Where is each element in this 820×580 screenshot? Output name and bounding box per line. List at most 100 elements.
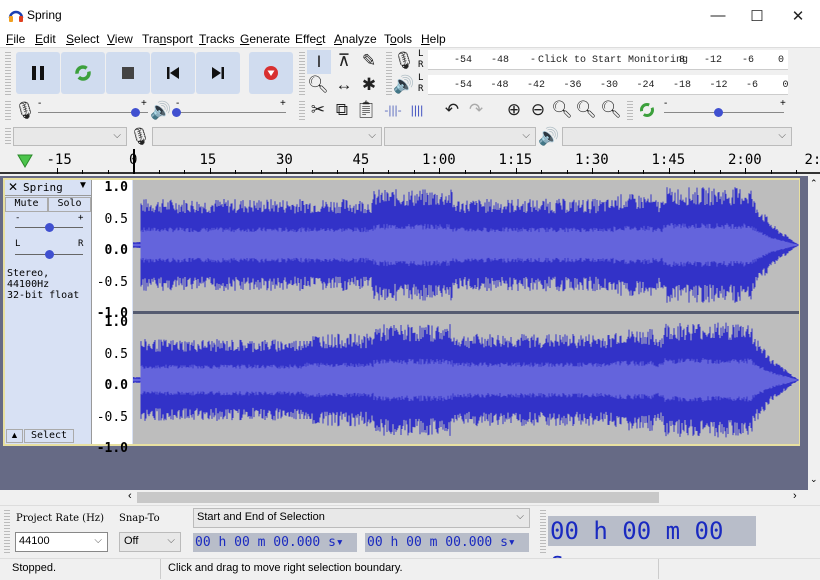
stop-button[interactable] xyxy=(106,52,150,94)
toolbar-grip[interactable] xyxy=(4,510,10,554)
horizontal-scrollbar[interactable]: ‹ › xyxy=(0,490,820,505)
slider-thumb[interactable] xyxy=(45,250,54,259)
fit-selection-icon[interactable]: 🔍︎ xyxy=(551,99,573,121)
menu-tools[interactable]: Tools xyxy=(384,31,412,47)
scroll-up-icon[interactable]: ⌃ xyxy=(810,178,818,189)
toolbar-grip[interactable] xyxy=(5,128,11,146)
toolbar-grip[interactable] xyxy=(540,510,546,554)
record-meter-icon[interactable]: 🎙 xyxy=(393,50,415,72)
scroll-right-icon[interactable]: › xyxy=(793,490,797,502)
time-shift-tool-icon[interactable]: ↔ xyxy=(333,74,355,96)
play-meter[interactable]: -54 -48 -42 -36 -30 -24 -18 -12 -6 0 xyxy=(428,75,789,95)
zoom-tool-icon[interactable]: 🔍︎ xyxy=(307,74,329,96)
toolbar-grip[interactable] xyxy=(299,52,305,96)
solo-button[interactable]: Solo xyxy=(48,197,91,212)
menu-edit[interactable]: Edit xyxy=(35,31,56,47)
meter-channel-l: L xyxy=(418,49,424,59)
meter-tick: -42 xyxy=(527,80,546,91)
redo-icon[interactable]: ↷ xyxy=(465,99,487,121)
silence-audio-icon[interactable]: |||| xyxy=(406,99,428,121)
scroll-left-icon[interactable]: ‹ xyxy=(128,490,132,502)
envelope-tool-icon[interactable]: ⊼ xyxy=(333,50,355,72)
menu-select[interactable]: Select xyxy=(66,31,99,47)
playback-speed-slider[interactable] xyxy=(664,108,784,117)
project-rate-select[interactable]: 44100 ⌵ xyxy=(15,532,108,552)
selection-mode-select[interactable]: Start and End of Selection ⌵ xyxy=(193,508,530,528)
multi-tool-icon[interactable]: ✱ xyxy=(358,74,380,96)
audio-host-select[interactable]: ⌵ xyxy=(13,127,127,146)
start-monitoring-prompt[interactable]: Click to Start Monitoring xyxy=(538,55,688,66)
select-track-button[interactable]: Select xyxy=(24,429,74,443)
track-menu-dropdown-icon[interactable]: ▼ xyxy=(78,180,88,191)
recording-channels-select[interactable]: ⌵ xyxy=(384,127,536,146)
record-volume-slider[interactable] xyxy=(38,108,148,117)
slider-thumb[interactable] xyxy=(130,108,140,117)
scrollbar-thumb[interactable] xyxy=(137,492,659,503)
loop-button[interactable] xyxy=(61,52,105,94)
selection-tool-icon[interactable]: I xyxy=(307,50,331,74)
slider-thumb[interactable] xyxy=(172,108,181,117)
timeline-tick xyxy=(388,170,389,174)
amplitude-ruler: 1.0 0.5 0.0 -0.5 -1.0 1.0 0.5 0.0 -0.5 -1.0 xyxy=(92,180,132,456)
record-meter[interactable]: -54 -48 - Click to Start Monitoring 8 -1… xyxy=(428,50,788,70)
scroll-down-icon[interactable]: ⌄ xyxy=(810,474,818,485)
copy-icon[interactable]: ⧉ xyxy=(331,99,353,121)
selection-start-time[interactable]: 00 h 00 m 00.000 s▾ xyxy=(193,533,357,552)
close-button[interactable]: ✕ xyxy=(779,0,817,31)
zoom-out-icon[interactable]: ⊖ xyxy=(527,99,549,121)
fit-project-icon[interactable]: 🔍︎ xyxy=(575,99,597,121)
paste-icon[interactable]: 📋︎ xyxy=(355,99,377,121)
toolbar-grip[interactable] xyxy=(299,101,305,121)
skip-to-start-button[interactable] xyxy=(151,52,195,94)
toolbar-grip[interactable] xyxy=(386,52,392,96)
snap-to-select[interactable]: Off ⌵ xyxy=(119,532,181,552)
snap-to-label: Snap-To xyxy=(119,513,160,524)
menu-view[interactable]: View xyxy=(107,31,133,47)
timeline-label: 45 xyxy=(352,152,370,168)
menu-transport[interactable]: Transport xyxy=(142,31,193,47)
zoom-toggle-icon[interactable]: 🔍︎ xyxy=(600,99,622,121)
speed-min-label: - xyxy=(664,98,668,109)
recording-device-select[interactable]: ⌵ xyxy=(152,127,382,146)
slider-thumb[interactable] xyxy=(714,108,723,117)
undo-icon[interactable]: ↶ xyxy=(441,99,463,121)
menu-tracks[interactable]: Tracks xyxy=(199,31,235,47)
collapse-track-button[interactable]: ▲ xyxy=(6,429,23,443)
selection-end-time[interactable]: 00 h 00 m 00.000 s▾ xyxy=(365,533,529,552)
menu-analyze[interactable]: Analyze xyxy=(334,31,377,47)
menu-file[interactable]: File xyxy=(6,31,25,47)
pan-slider[interactable] xyxy=(15,250,83,259)
record-button[interactable] xyxy=(249,52,293,94)
timeline-tick xyxy=(133,168,134,174)
cut-icon[interactable]: ✂ xyxy=(307,99,329,121)
minimize-button[interactable]: — xyxy=(699,0,737,31)
track-close-button[interactable]: ✕ xyxy=(8,180,18,194)
slider-thumb[interactable] xyxy=(45,223,54,232)
play-volume-slider[interactable] xyxy=(172,108,286,117)
play-head-triangle-icon[interactable] xyxy=(17,154,33,168)
track-name-menu[interactable]: Spring xyxy=(23,181,63,194)
mute-button[interactable]: Mute xyxy=(5,197,48,212)
menu-help[interactable]: Help xyxy=(421,31,446,47)
trim-audio-icon[interactable]: -|||- xyxy=(382,99,404,121)
waveform-display[interactable] xyxy=(132,180,799,444)
zoom-in-icon[interactable]: ⊕ xyxy=(503,99,525,121)
pause-button[interactable] xyxy=(16,52,60,94)
maximize-icon: ☐ xyxy=(750,7,764,25)
maximize-button[interactable]: ☐ xyxy=(738,0,776,31)
draw-tool-icon[interactable]: ✎ xyxy=(358,50,380,72)
timeline-ruler[interactable]: -15 0 15 30 45 1:00 1:15 1:30 1:45 2:00 2:15 xyxy=(0,149,820,174)
play-meter-icon[interactable]: 🔊 xyxy=(393,74,415,96)
audio-position-time[interactable]: 00 h 00 m 00 s▾ xyxy=(548,516,756,575)
vertical-scrollbar[interactable]: ⌃ ⌄ xyxy=(808,176,820,490)
toolbar-grip[interactable] xyxy=(5,101,11,121)
playback-device-select[interactable]: ⌵ xyxy=(562,127,792,146)
gain-slider[interactable] xyxy=(15,223,83,232)
menu-generate[interactable]: Generate xyxy=(240,31,290,47)
toolbar-grip[interactable] xyxy=(627,101,633,121)
toolbar-grip[interactable] xyxy=(5,52,11,96)
skip-to-end-button[interactable] xyxy=(196,52,240,94)
menu-effect[interactable]: Effect xyxy=(295,31,325,47)
play-at-speed-icon[interactable] xyxy=(636,99,658,121)
amplitude-label: 1.0 xyxy=(104,180,128,195)
